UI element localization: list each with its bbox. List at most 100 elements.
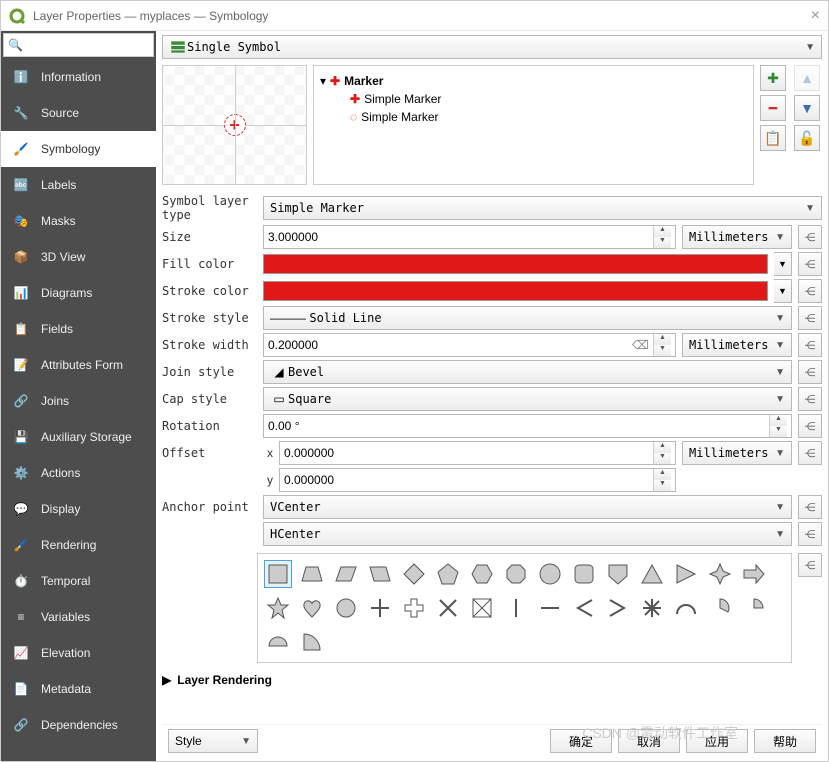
sidebar-item-masks[interactable]: 🎭Masks xyxy=(1,203,156,239)
shape-rhombus[interactable] xyxy=(366,560,394,588)
sidebar-item-information[interactable]: ℹ️Information xyxy=(1,59,156,95)
shape-star5[interactable] xyxy=(264,594,292,622)
apply-button[interactable]: 应用 xyxy=(686,729,748,753)
search-input[interactable]: 🔍 xyxy=(3,33,154,57)
data-override-button[interactable]: ⋲ xyxy=(798,387,822,411)
shape-quarter2[interactable] xyxy=(298,628,326,656)
sidebar-item-fields[interactable]: 📋Fields xyxy=(1,311,156,347)
data-override-button[interactable]: ⋲ xyxy=(798,225,822,249)
sidebar-item-variables[interactable]: ≡Variables xyxy=(1,599,156,635)
shape-quarter[interactable] xyxy=(740,594,768,622)
shape-triangle[interactable] xyxy=(638,560,666,588)
tree-child-label[interactable]: Simple Marker xyxy=(364,92,441,106)
sidebar-item-3d-view[interactable]: 📦3D View xyxy=(1,239,156,275)
sidebar-item-elevation[interactable]: 📈Elevation xyxy=(1,635,156,671)
shape-palette[interactable] xyxy=(257,553,792,663)
shape-star4[interactable] xyxy=(706,560,734,588)
help-button[interactable]: 帮助 xyxy=(754,729,816,753)
data-override-button[interactable]: ⋲ xyxy=(798,252,822,276)
data-override-button[interactable]: ⋲ xyxy=(798,333,822,357)
close-icon[interactable]: × xyxy=(811,7,820,25)
shape-plus[interactable] xyxy=(366,594,394,622)
cap-style-dropdown[interactable]: ▭Square▼ xyxy=(263,387,792,411)
shape-roundsquare[interactable] xyxy=(570,560,598,588)
fill-color-picker[interactable] xyxy=(263,254,768,274)
shape-square[interactable] xyxy=(264,560,292,588)
sidebar-item-rendering[interactable]: 🖌️Rendering xyxy=(1,527,156,563)
stroke-width-input[interactable]: 0.200000⌫▲▼ xyxy=(263,333,676,357)
shape-x[interactable] xyxy=(434,594,462,622)
data-override-button[interactable]: ⋲ xyxy=(798,553,822,577)
stroke-color-dropdown[interactable]: ▼ xyxy=(774,279,792,303)
shape-arrowhead-left[interactable] xyxy=(570,594,598,622)
shape-semicircle[interactable] xyxy=(264,628,292,656)
data-override-button[interactable]: ⋲ xyxy=(798,360,822,384)
sidebar-item-dependencies[interactable]: 🔗Dependencies xyxy=(1,707,156,743)
add-layer-button[interactable]: ✚ xyxy=(760,65,786,91)
shape-circle[interactable] xyxy=(332,594,360,622)
lock-button[interactable]: 🔓 xyxy=(794,125,820,151)
sidebar-item-source[interactable]: 🔧Source xyxy=(1,95,156,131)
sidebar-item-joins[interactable]: 🔗Joins xyxy=(1,383,156,419)
shape-diamond[interactable] xyxy=(400,560,428,588)
shape-trapezoid[interactable] xyxy=(298,560,326,588)
fill-color-dropdown[interactable]: ▼ xyxy=(774,252,792,276)
shape-vline[interactable] xyxy=(502,594,530,622)
offset-unit-dropdown[interactable]: Millimeters▼ xyxy=(682,441,792,465)
symbol-layer-tree[interactable]: ▾✚ Marker ✚ Simple Marker ◌ Simple Marke… xyxy=(313,65,754,185)
shape-heart[interactable] xyxy=(298,594,326,622)
sidebar-item-symbology[interactable]: 🖌️Symbology xyxy=(1,131,156,167)
size-unit-dropdown[interactable]: Millimeters▼ xyxy=(682,225,792,249)
shape-triangle-right[interactable] xyxy=(672,560,700,588)
offset-x-input[interactable]: 0.000000▲▼ xyxy=(279,441,676,465)
sidebar-item-auxiliary-storage[interactable]: 💾Auxiliary Storage xyxy=(1,419,156,455)
shape-halfarc[interactable] xyxy=(672,594,700,622)
shape-hexagon[interactable] xyxy=(468,560,496,588)
sidebar-item-labels[interactable]: 🔤Labels xyxy=(1,167,156,203)
shape-parallelogram[interactable] xyxy=(332,560,360,588)
shape-plus-thick[interactable] xyxy=(400,594,428,622)
shape-arrow[interactable] xyxy=(740,560,768,588)
join-style-dropdown[interactable]: ◢Bevel▼ xyxy=(263,360,792,384)
shape-third[interactable] xyxy=(706,594,734,622)
symbol-mode-dropdown[interactable]: Single Symbol ▼ xyxy=(162,35,822,59)
symbol-layer-type-dropdown[interactable]: Simple Marker▼ xyxy=(263,196,822,220)
data-override-button[interactable]: ⋲ xyxy=(798,495,822,519)
data-override-button[interactable]: ⋲ xyxy=(798,306,822,330)
clear-icon[interactable]: ⌫ xyxy=(632,338,649,352)
size-input[interactable]: 3.000000▲▼ xyxy=(263,225,676,249)
layer-rendering-section[interactable]: ▶Layer Rendering xyxy=(162,673,822,687)
sidebar-item-temporal[interactable]: ⏱️Temporal xyxy=(1,563,156,599)
shape-arrowhead-right[interactable] xyxy=(604,594,632,622)
shape-shield[interactable] xyxy=(604,560,632,588)
sidebar-item-display[interactable]: 💬Display xyxy=(1,491,156,527)
tree-expand-icon[interactable]: ▾ xyxy=(320,74,326,88)
ok-button[interactable]: 确定 xyxy=(550,729,612,753)
sidebar-item-diagrams[interactable]: 📊Diagrams xyxy=(1,275,156,311)
sidebar-item-attributes-form[interactable]: 📝Attributes Form xyxy=(1,347,156,383)
anchor-v-dropdown[interactable]: VCenter▼ xyxy=(263,495,792,519)
cancel-button[interactable]: 取消 xyxy=(618,729,680,753)
data-override-button[interactable]: ⋲ xyxy=(798,414,822,438)
anchor-h-dropdown[interactable]: HCenter▼ xyxy=(263,522,792,546)
shape-octagon[interactable] xyxy=(502,560,530,588)
stroke-style-dropdown[interactable]: ——— Solid Line▼ xyxy=(263,306,792,330)
shape-asterisk[interactable] xyxy=(638,594,666,622)
style-menu-button[interactable]: Style▼ xyxy=(168,729,258,753)
stroke-color-picker[interactable] xyxy=(263,281,768,301)
shape-hline[interactable] xyxy=(536,594,564,622)
data-override-button[interactable]: ⋲ xyxy=(798,441,822,465)
sidebar-item-actions[interactable]: ⚙️Actions xyxy=(1,455,156,491)
rotation-input[interactable]: 0.00 °▲▼ xyxy=(263,414,792,438)
offset-y-input[interactable]: 0.000000▲▼ xyxy=(279,468,676,492)
duplicate-layer-button[interactable]: 📋 xyxy=(760,125,786,151)
stroke-width-unit-dropdown[interactable]: Millimeters▼ xyxy=(682,333,792,357)
remove-layer-button[interactable]: ━ xyxy=(760,95,786,121)
tree-child-label[interactable]: Simple Marker xyxy=(361,110,438,124)
data-override-button[interactable]: ⋲ xyxy=(798,279,822,303)
shape-pentagon[interactable] xyxy=(434,560,462,588)
data-override-button[interactable]: ⋲ xyxy=(798,522,822,546)
sidebar-item-metadata[interactable]: 📄Metadata xyxy=(1,671,156,707)
shape-x-box[interactable] xyxy=(468,594,496,622)
move-down-button[interactable]: ▼ xyxy=(794,95,820,121)
